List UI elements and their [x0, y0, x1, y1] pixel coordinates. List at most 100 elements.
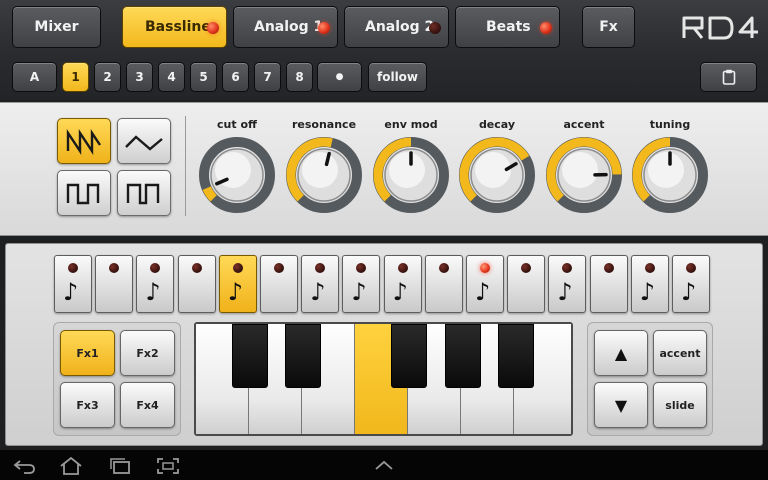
step-led [356, 263, 367, 273]
sequencer-step-9[interactable]: ♪ [383, 255, 422, 313]
pattern-bank-button[interactable]: A [12, 62, 57, 92]
pattern-8-button[interactable]: 8 [286, 62, 313, 92]
knob-label: decay [478, 118, 516, 131]
sequencer-step-13[interactable]: ♪ [548, 255, 587, 313]
pattern-number-label: 2 [103, 70, 112, 84]
sequencer-step-7[interactable]: ♪ [301, 255, 340, 313]
knob-cut-off[interactable] [197, 135, 277, 215]
synth-divider [185, 116, 186, 216]
bassline-tab[interactable]: Bassline [122, 6, 227, 48]
sequencer-step-12[interactable] [507, 255, 546, 313]
sequencer-step-14[interactable] [589, 255, 628, 313]
clipboard-icon [722, 69, 735, 85]
square-wave-icon [66, 183, 100, 205]
sequencer-step-3[interactable]: ♪ [136, 255, 175, 313]
triangle-wave-icon [125, 135, 163, 151]
fx4-label: Fx4 [136, 398, 159, 412]
sequencer-step-4[interactable] [177, 255, 216, 313]
pulse-wave-icon [126, 183, 160, 205]
fx1-button[interactable]: Fx1 [60, 330, 115, 376]
triangle-wave-button[interactable] [117, 118, 171, 164]
pattern-5-button[interactable]: 5 [190, 62, 217, 92]
black-key-a-sharp[interactable] [498, 324, 534, 388]
knob-tuning[interactable] [630, 135, 710, 215]
pattern-6-button[interactable]: 6 [222, 62, 249, 92]
sequencer-step-2[interactable] [95, 255, 134, 313]
sequencer-step-16[interactable]: ♪ [672, 255, 710, 313]
pattern-number-label: 5 [199, 70, 208, 84]
eighth-note-icon: ♪ [145, 278, 161, 306]
mixer-label: Mixer [34, 19, 79, 35]
chevron-up-icon[interactable] [371, 456, 397, 476]
mixer-button[interactable]: Mixer [12, 6, 101, 48]
saw-wave-icon [66, 129, 101, 155]
home-icon[interactable] [58, 456, 84, 476]
slide-label: slide [665, 398, 695, 412]
octave-up-button[interactable]: ▲ [594, 330, 648, 376]
accent-button[interactable]: accent [653, 330, 707, 376]
sequencer-step-8[interactable]: ♪ [342, 255, 381, 313]
step-led [438, 263, 449, 273]
screenshot-icon[interactable] [155, 456, 181, 476]
beats-tab[interactable]: Beats [455, 6, 560, 48]
pulse-wave-button[interactable] [117, 170, 171, 216]
analog2-tab[interactable]: Analog 2 [344, 6, 449, 48]
clipboard-button[interactable] [700, 62, 757, 92]
step-led [68, 263, 78, 273]
eighth-note-icon: ♪ [227, 278, 244, 306]
recent-apps-icon[interactable] [108, 456, 134, 476]
step-led [274, 263, 284, 273]
rd4-logo [682, 16, 758, 40]
black-key-f-sharp[interactable] [391, 324, 427, 388]
sequencer-step-10[interactable] [424, 255, 463, 313]
step-led [480, 263, 490, 273]
pattern-number-label: 6 [231, 70, 240, 84]
octave-down-button[interactable]: ▼ [594, 382, 648, 428]
sequencer-step-5[interactable]: ♪ [218, 255, 257, 313]
black-key-g-sharp[interactable] [445, 324, 481, 388]
knob-resonance[interactable] [284, 135, 364, 215]
fx-button[interactable]: Fx [582, 6, 635, 48]
accent-label: accent [659, 346, 701, 360]
pattern-2-button[interactable]: 2 [94, 62, 121, 92]
beats-led [540, 22, 552, 34]
bassline-label: Bassline [145, 19, 211, 35]
back-icon[interactable] [12, 456, 38, 476]
step-led [315, 263, 326, 273]
fx4-button[interactable]: Fx4 [120, 382, 175, 428]
pattern-number-label: 7 [263, 70, 272, 84]
fx3-button[interactable]: Fx3 [60, 382, 115, 428]
pattern-3-button[interactable]: 3 [126, 62, 153, 92]
pattern-7-button[interactable]: 7 [254, 62, 281, 92]
piano-keyboard [194, 322, 573, 436]
sequencer-step-11[interactable]: ♪ [466, 255, 504, 313]
fx2-button[interactable]: Fx2 [120, 330, 175, 376]
pattern-4-button[interactable]: 4 [158, 62, 185, 92]
slide-button[interactable]: slide [653, 382, 707, 428]
sequencer-step-6[interactable] [260, 255, 298, 313]
knob-accent[interactable] [544, 135, 624, 215]
knob-env-mod[interactable] [371, 135, 451, 215]
follow-button[interactable]: follow [368, 62, 427, 92]
fx2-label: Fx2 [136, 346, 159, 360]
saw-wave-button[interactable] [57, 118, 111, 164]
black-key-d-sharp[interactable] [285, 324, 321, 388]
pattern-number-label: 8 [295, 70, 304, 84]
sequencer-step-1[interactable]: ♪ [54, 255, 92, 313]
pattern-number-label: 4 [167, 70, 176, 84]
eighth-note-icon: ♪ [351, 278, 367, 306]
knob-decay[interactable] [457, 135, 537, 215]
black-key-c-sharp[interactable] [232, 324, 268, 388]
eighth-note-icon: ♪ [310, 278, 326, 306]
knob-highlight [389, 152, 425, 188]
bassline-led [207, 22, 219, 34]
analog1-tab[interactable]: Analog 1 [233, 6, 338, 48]
square-wave-button[interactable] [57, 170, 111, 216]
pattern-dot-button[interactable]: ● [317, 62, 362, 92]
sequencer-step-15[interactable]: ♪ [630, 255, 669, 313]
step-led [562, 263, 573, 273]
fx-label: Fx [599, 19, 618, 35]
step-led [397, 263, 408, 273]
fx3-label: Fx3 [76, 398, 99, 412]
pattern-1-button[interactable]: 1 [62, 62, 89, 92]
